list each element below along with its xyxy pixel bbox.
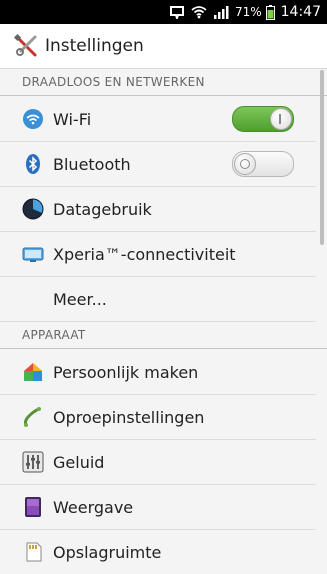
section-header-wireless: DRAADLOOS EN NETWERKEN <box>0 69 327 96</box>
settings-item-storage[interactable]: Opslagruimte <box>0 530 316 574</box>
wifi-icon <box>191 5 207 19</box>
settings-item-label: Wi-Fi <box>53 109 92 129</box>
signal-icon <box>213 5 229 19</box>
display-icon <box>22 496 44 518</box>
battery-icon <box>265 4 275 20</box>
settings-item-personalize[interactable]: Persoonlijk maken <box>0 350 316 395</box>
wifi-toggle[interactable] <box>232 106 294 132</box>
page-title: Instellingen <box>45 36 144 56</box>
clock: 14:47 <box>280 4 321 20</box>
notification-icon <box>169 5 185 19</box>
action-bar: Instellingen <box>0 24 327 69</box>
settings-item-label: Opslagruimte <box>53 542 162 562</box>
call-settings-icon <box>22 406 44 428</box>
battery-percent: 71% <box>234 5 262 19</box>
section-header-label: APPARAAT <box>22 328 86 342</box>
status-bar: 71% 14:47 <box>0 0 327 24</box>
settings-item-call-settings[interactable]: Oproepinstellingen <box>0 395 316 440</box>
settings-item-sound[interactable]: Geluid <box>0 440 316 485</box>
settings-item-label: Meer... <box>53 289 107 309</box>
settings-item-xperia-connectivity[interactable]: Xperia™-connectiviteit <box>0 232 316 277</box>
settings-item-wifi[interactable]: Wi-Fi <box>0 97 316 142</box>
toggle-knob <box>270 108 292 130</box>
personalize-icon <box>22 361 44 383</box>
settings-item-data-usage[interactable]: Datagebruik <box>0 187 316 232</box>
settings-item-bluetooth[interactable]: Bluetooth <box>0 142 316 187</box>
settings-item-label: Geluid <box>53 452 105 472</box>
bluetooth-icon <box>22 153 44 175</box>
settings-item-label: Xperia™-connectiviteit <box>53 244 236 264</box>
section-header-device: APPARAAT <box>0 322 327 349</box>
xperia-connectivity-icon <box>22 243 44 265</box>
data-usage-icon <box>22 198 44 220</box>
settings-item-label: Bluetooth <box>53 154 131 174</box>
settings-item-display[interactable]: Weergave <box>0 485 316 530</box>
wifi-icon <box>22 108 44 130</box>
settings-tools-icon[interactable] <box>13 33 39 59</box>
toggle-knob <box>234 153 256 175</box>
settings-item-label: Persoonlijk maken <box>53 362 199 382</box>
settings-item-more[interactable]: Meer... <box>0 277 316 322</box>
settings-item-label: Datagebruik <box>53 199 152 219</box>
scrollbar[interactable] <box>320 70 324 245</box>
settings-item-label: Weergave <box>53 497 134 517</box>
storage-icon <box>22 541 44 563</box>
settings-item-label: Oproepinstellingen <box>53 407 205 427</box>
bluetooth-toggle[interactable] <box>232 151 294 177</box>
section-header-label: DRAADLOOS EN NETWERKEN <box>22 75 205 89</box>
sound-icon <box>22 451 44 473</box>
